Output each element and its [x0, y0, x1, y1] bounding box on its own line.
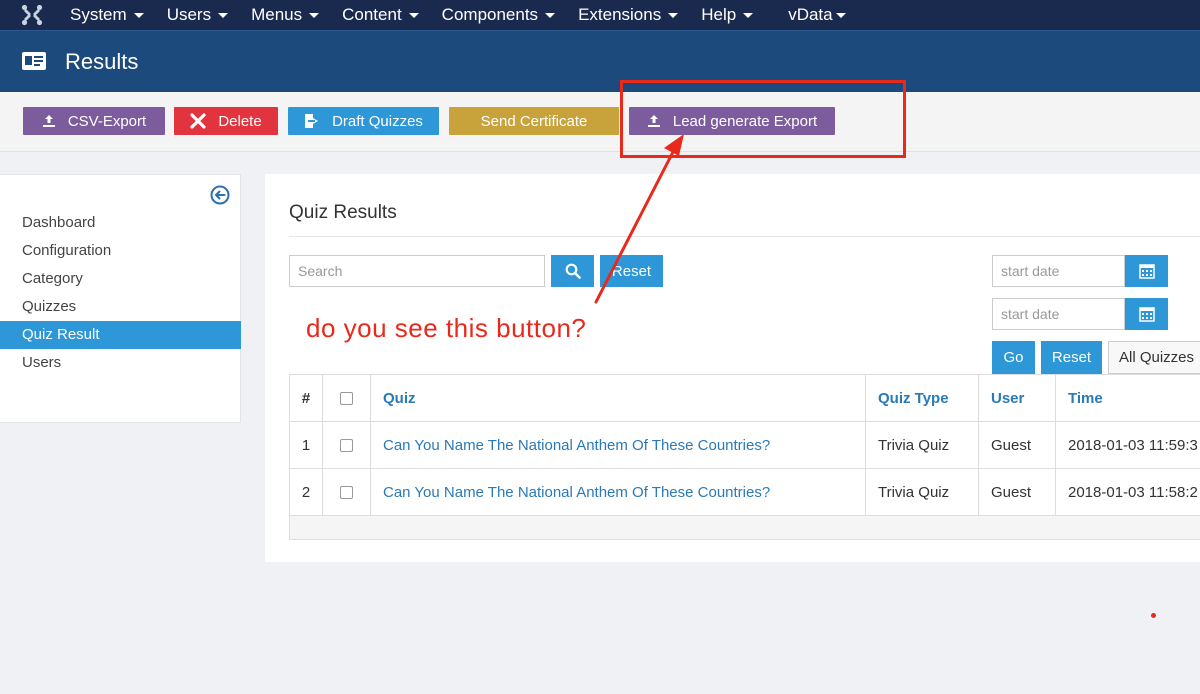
- reset-search-button[interactable]: Reset: [600, 255, 663, 287]
- id-card-icon: [22, 52, 46, 70]
- sidebar-item-quiz-result[interactable]: Quiz Result: [0, 321, 241, 349]
- row-checkbox[interactable]: [340, 439, 353, 453]
- quiz-type-cell: Trivia Quiz: [865, 468, 979, 516]
- row-checkbox-cell: [322, 421, 371, 469]
- csv-export-button[interactable]: CSV-Export: [23, 107, 165, 135]
- sidebar-item-quizzes[interactable]: Quizzes: [0, 293, 241, 321]
- nav-users[interactable]: Users: [166, 0, 229, 30]
- send-certificate-label: Send Certificate: [480, 112, 588, 130]
- nav-system-label: System: [70, 5, 127, 24]
- search-input[interactable]: [289, 255, 545, 287]
- row-number: 1: [289, 421, 323, 469]
- close-icon: [190, 113, 206, 129]
- column-header-quiz[interactable]: Quiz: [370, 374, 866, 422]
- delete-label: Delete: [218, 112, 262, 130]
- caret-down-icon: [408, 12, 419, 18]
- nav-help[interactable]: Help: [701, 0, 754, 30]
- caret-down-icon: [309, 12, 320, 18]
- calendar-button-2[interactable]: [1125, 298, 1168, 330]
- start-date-input-1[interactable]: [992, 255, 1125, 287]
- main-panel: Quiz Results Reset Go Reset All Quizzes …: [265, 174, 1200, 562]
- nav-content[interactable]: Content: [342, 0, 419, 30]
- draft-quizzes-button[interactable]: Draft Quizzes: [288, 107, 439, 135]
- user-cell: Guest: [978, 468, 1056, 516]
- column-header-time[interactable]: Time: [1055, 374, 1200, 422]
- calendar-icon: [1138, 264, 1155, 279]
- sidebar-item-users[interactable]: Users: [0, 349, 241, 377]
- user-cell: Guest: [978, 421, 1056, 469]
- reset-filter-button[interactable]: Reset: [1041, 341, 1102, 374]
- joomla-logo-icon[interactable]: [20, 3, 44, 27]
- sidebar: Dashboard Configuration Category Quizzes…: [0, 174, 241, 423]
- title-header: Results: [0, 30, 1200, 92]
- divider: [289, 236, 1200, 237]
- sidebar-item-dashboard[interactable]: Dashboard: [0, 209, 241, 237]
- select-all-checkbox-cell: [322, 374, 371, 422]
- toolbar: CSV-Export Delete Draft Quizzes Send Cer…: [0, 92, 1200, 152]
- caret-down-icon: [835, 12, 846, 18]
- table-footer: [289, 515, 1200, 540]
- search-icon: [565, 263, 581, 279]
- csv-export-label: CSV-Export: [67, 112, 147, 130]
- nav-extensions-label: Extensions: [578, 5, 662, 24]
- table-header-row: # Quiz Quiz Type User Time: [289, 374, 1200, 422]
- quiz-type-cell: Trivia Quiz: [865, 421, 979, 469]
- upload-icon: [42, 114, 56, 128]
- panel-title: Quiz Results: [289, 202, 397, 223]
- calendar-icon: [1138, 307, 1155, 322]
- nav-extensions[interactable]: Extensions: [578, 0, 679, 30]
- nav-help-label: Help: [701, 5, 737, 24]
- table-row: 1 Can You Name The National Anthem Of Th…: [289, 421, 1200, 469]
- caret-down-icon: [133, 12, 144, 18]
- nav-users-label: Users: [166, 5, 212, 24]
- time-cell: 2018-01-03 11:58:2: [1055, 468, 1200, 516]
- quiz-link[interactable]: Can You Name The National Anthem Of Thes…: [383, 484, 770, 501]
- arrow-circle-left-icon[interactable]: [210, 185, 230, 205]
- sidebar-item-category[interactable]: Category: [0, 265, 241, 293]
- delete-button[interactable]: Delete: [174, 107, 278, 135]
- nav-menus[interactable]: Menus: [251, 0, 320, 30]
- go-button[interactable]: Go: [992, 341, 1035, 374]
- table-footer-row: [289, 515, 1200, 540]
- time-cell: 2018-01-03 11:59:3: [1055, 421, 1200, 469]
- annotation-highlight-box: [620, 80, 906, 158]
- caret-down-icon: [545, 12, 556, 18]
- row-checkbox-cell: [322, 468, 371, 516]
- table-row: 2 Can You Name The National Anthem Of Th…: [289, 468, 1200, 516]
- row-checkbox[interactable]: [340, 486, 353, 500]
- column-header-number: #: [289, 374, 323, 422]
- row-number: 2: [289, 468, 323, 516]
- nav-menus-label: Menus: [251, 5, 303, 24]
- quiz-link[interactable]: Can You Name The National Anthem Of Thes…: [383, 437, 770, 454]
- calendar-button-1[interactable]: [1125, 255, 1168, 287]
- nav-vdata[interactable]: vData: [788, 0, 846, 30]
- quiz-cell: Can You Name The National Anthem Of Thes…: [370, 421, 866, 469]
- page-title: Results: [65, 49, 139, 74]
- column-header-quiz-type[interactable]: Quiz Type: [865, 374, 979, 422]
- nav-system[interactable]: System: [70, 0, 144, 30]
- annotation-dot: [1151, 613, 1156, 618]
- results-table: # Quiz Quiz Type User Time 1 Can You Nam…: [289, 374, 1200, 540]
- sidebar-item-configuration[interactable]: Configuration: [0, 237, 241, 265]
- select-all-checkbox[interactable]: [340, 392, 353, 406]
- annotation-text: do you see this button?: [306, 313, 587, 343]
- quiz-filter-select[interactable]: All Quizzes: [1108, 341, 1200, 374]
- search-button[interactable]: [551, 255, 594, 287]
- quiz-cell: Can You Name The National Anthem Of Thes…: [370, 468, 866, 516]
- start-date-input-2[interactable]: [992, 298, 1125, 330]
- nav-vdata-label: vData: [788, 5, 833, 24]
- nav-components[interactable]: Components: [441, 0, 556, 30]
- top-navbar: System Users Menus Content Components Ex…: [0, 0, 1200, 30]
- caret-down-icon: [668, 12, 679, 18]
- nav-components-label: Components: [441, 5, 539, 24]
- draft-quizzes-label: Draft Quizzes: [332, 112, 423, 130]
- column-header-user[interactable]: User: [978, 374, 1056, 422]
- sign-out-icon: [304, 113, 320, 129]
- send-certificate-button[interactable]: Send Certificate: [449, 107, 619, 135]
- caret-down-icon: [218, 12, 229, 18]
- caret-down-icon: [743, 12, 754, 18]
- nav-content-label: Content: [342, 5, 402, 24]
